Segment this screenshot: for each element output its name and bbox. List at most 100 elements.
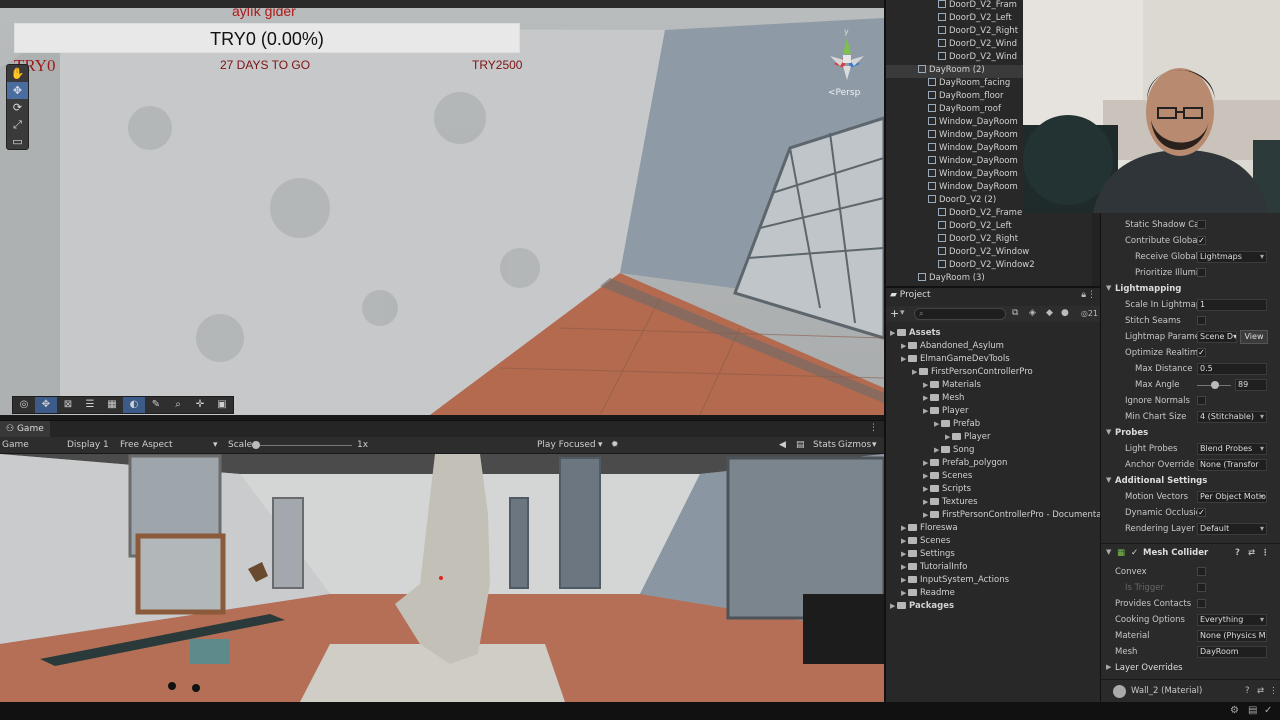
light-probes-dropdown[interactable]: Blend Probes [1197, 443, 1267, 455]
expand-arrow-icon[interactable]: ▶ [923, 498, 930, 506]
label-icon[interactable]: ◆ [1046, 308, 1053, 318]
component-menu-icon[interactable]: ⋮ [1261, 548, 1270, 558]
prioritize-checkbox[interactable] [1197, 268, 1206, 277]
lightmap-params-dropdown[interactable]: Scene D▾ [1197, 331, 1237, 343]
gizmos-button[interactable]: Gizmos [838, 440, 871, 450]
expand-arrow-icon[interactable]: ▶ [901, 524, 908, 532]
max-angle-field[interactable]: 89 [1235, 379, 1267, 391]
lock-icon[interactable]: 🔒︎ [1081, 290, 1086, 300]
layer-overrides-section[interactable]: ▶ Layer Overrides [1101, 661, 1280, 676]
expand-arrow-icon[interactable]: ▶ [890, 602, 897, 610]
project-item[interactable]: ▶ Textures [923, 497, 978, 510]
play-focused-dropdown[interactable]: Play Focused [537, 440, 596, 450]
game-view[interactable] [0, 454, 884, 702]
lightmapping-section[interactable]: ▼ Lightmapping [1101, 282, 1280, 297]
wall-material-row[interactable]: Wall_2 (Material) ? ⇄ ⋮ [1101, 684, 1280, 699]
project-item[interactable]: ▶ Mesh [923, 393, 964, 406]
project-item[interactable]: ▶ Player [923, 406, 968, 419]
expand-arrow-icon[interactable]: ▶ [923, 394, 930, 402]
project-item[interactable]: ▶ Scenes [901, 536, 950, 549]
project-item[interactable]: ▶ FirstPersonControllerPro - Documentatio… [923, 510, 1118, 523]
expand-arrow-icon[interactable]: ▶ [934, 446, 941, 454]
scale-lightmap-field[interactable]: 1 [1197, 299, 1267, 311]
aspect-dropdown[interactable]: Free Aspect [120, 440, 173, 450]
info-icon[interactable]: ● [1061, 308, 1069, 318]
project-item[interactable]: ▶ TutorialInfo [901, 562, 967, 575]
progress-icon[interactable]: ⚙ [1230, 705, 1239, 716]
expand-arrow-icon[interactable]: ▶ [901, 550, 908, 558]
scale-slider-handle[interactable] [252, 441, 260, 449]
move-icon[interactable]: ✥ [35, 397, 57, 413]
expand-arrow-icon[interactable]: ▶ [923, 459, 930, 467]
optimize-realtime-checkbox[interactable]: ✓ [1197, 348, 1206, 357]
max-angle-slider-handle[interactable] [1211, 381, 1219, 389]
expand-arrow-icon[interactable]: ▶ [945, 433, 952, 441]
mesh-collider-section[interactable]: ▼ ▦ ✓ Mesh Collider ? ⇄ ⋮ [1101, 546, 1280, 561]
expand-arrow-icon[interactable]: ▶ [923, 485, 930, 493]
scene-view[interactable]: aylık gider TRY0 (0.00%) TRY0 27 DAYS TO… [0, 8, 884, 415]
transform-icon[interactable]: ⊠ [57, 397, 79, 413]
dynamic-occlusion-checkbox[interactable]: ✓ [1197, 508, 1206, 517]
expand-arrow-icon[interactable]: ▶ [934, 420, 941, 428]
help-icon[interactable]: ? [1235, 548, 1240, 558]
snap-icon[interactable]: ▦ [101, 397, 123, 413]
global-icon[interactable]: ✎ [145, 397, 167, 413]
rotate-tool-icon[interactable]: ⟳ [7, 99, 28, 116]
view-tool-icon[interactable]: ◎ [13, 397, 35, 413]
convex-checkbox[interactable] [1197, 567, 1206, 576]
mesh-field[interactable]: DayRoom [1197, 646, 1267, 658]
expand-arrow-icon[interactable]: ▶ [912, 368, 919, 376]
project-item[interactable]: ▶ InputSystem_Actions [901, 575, 1009, 588]
scale-tool-icon[interactable]: ⤢ [7, 116, 28, 133]
expand-arrow-icon[interactable]: ▶ [901, 576, 908, 584]
project-item[interactable]: ▶ Packages [890, 601, 954, 614]
crosshair-icon[interactable]: ✛ [189, 397, 211, 413]
project-item[interactable]: ▶ Prefab_polygon [923, 458, 1007, 471]
more-menu-icon[interactable]: ⋮ [1087, 290, 1096, 300]
search-input[interactable]: ⌕ [914, 308, 1006, 320]
ignore-normals-checkbox[interactable] [1197, 396, 1206, 405]
grid-icon[interactable]: ☰ [79, 397, 101, 413]
tab-project[interactable]: ▰ Project [890, 290, 931, 300]
material-field[interactable]: None (Physics M [1197, 630, 1267, 642]
mesh-collider-toggle-icon[interactable]: ✓ [1131, 548, 1138, 558]
project-item[interactable]: ▶ Materials [923, 380, 981, 393]
min-chart-dropdown[interactable]: 4 (Stitchable) [1197, 411, 1267, 423]
layers-icon[interactable]: ▤ [1248, 705, 1257, 716]
type-icon[interactable]: ◈ [1029, 308, 1036, 318]
hierarchy-item[interactable]: DoorD_V2_Window2 [886, 260, 1094, 273]
scale-slider[interactable] [252, 445, 352, 446]
contribute-gi-checkbox[interactable]: ✓ [1197, 236, 1206, 245]
project-item[interactable]: ▶ Assets [890, 328, 941, 341]
hierarchy-item[interactable]: DoorD_V2_Right [886, 234, 1094, 247]
filter-icon[interactable]: ⧉ [1012, 308, 1018, 318]
preset-icon[interactable]: ⇄ [1257, 686, 1264, 696]
expand-arrow-icon[interactable]: ▶ [901, 563, 908, 571]
project-item[interactable]: ▶ Player [945, 432, 990, 445]
component-menu-icon[interactable]: ⋮ [1269, 686, 1278, 696]
rect-tool-icon[interactable]: ▭ [7, 133, 28, 150]
hierarchy-item[interactable]: DoorD_V2_Left [886, 221, 1094, 234]
hierarchy-item[interactable]: DayRoom (3) [886, 273, 1094, 286]
pivot-icon[interactable]: ◐ [123, 397, 145, 413]
expand-arrow-icon[interactable]: ▶ [923, 511, 930, 519]
camera-icon[interactable]: ▣ [211, 397, 233, 413]
expand-arrow-icon[interactable]: ▶ [890, 329, 897, 337]
project-item[interactable]: ▶ Floreswa [901, 523, 958, 536]
add-icon[interactable]: + [890, 307, 899, 320]
game-dropdown[interactable]: Game [2, 440, 29, 450]
project-item[interactable]: ▶ FirstPersonControllerPro [912, 367, 1033, 380]
hand-tool-icon[interactable]: ✋ [7, 65, 28, 82]
project-item[interactable]: ▶ Scripts [923, 484, 971, 497]
project-item[interactable]: ▶ Readme [901, 588, 955, 601]
project-item[interactable]: ▶ Abandoned_Asylum [901, 341, 1004, 354]
receive-gi-dropdown[interactable]: Lightmaps [1197, 251, 1267, 263]
cooking-options-dropdown[interactable]: Everything [1197, 614, 1267, 626]
layout-icon[interactable]: ▤ [796, 440, 805, 450]
hierarchy-item[interactable]: DoorD_V2_Window [886, 247, 1094, 260]
expand-arrow-icon[interactable]: ▶ [923, 381, 930, 389]
orientation-gizmo-icon[interactable]: y [824, 26, 870, 86]
tab-game[interactable]: ⚇ Game [0, 421, 50, 438]
project-item[interactable]: ▶ ElmanGameDevTools [901, 354, 1010, 367]
static-shadow-checkbox[interactable] [1197, 220, 1206, 229]
